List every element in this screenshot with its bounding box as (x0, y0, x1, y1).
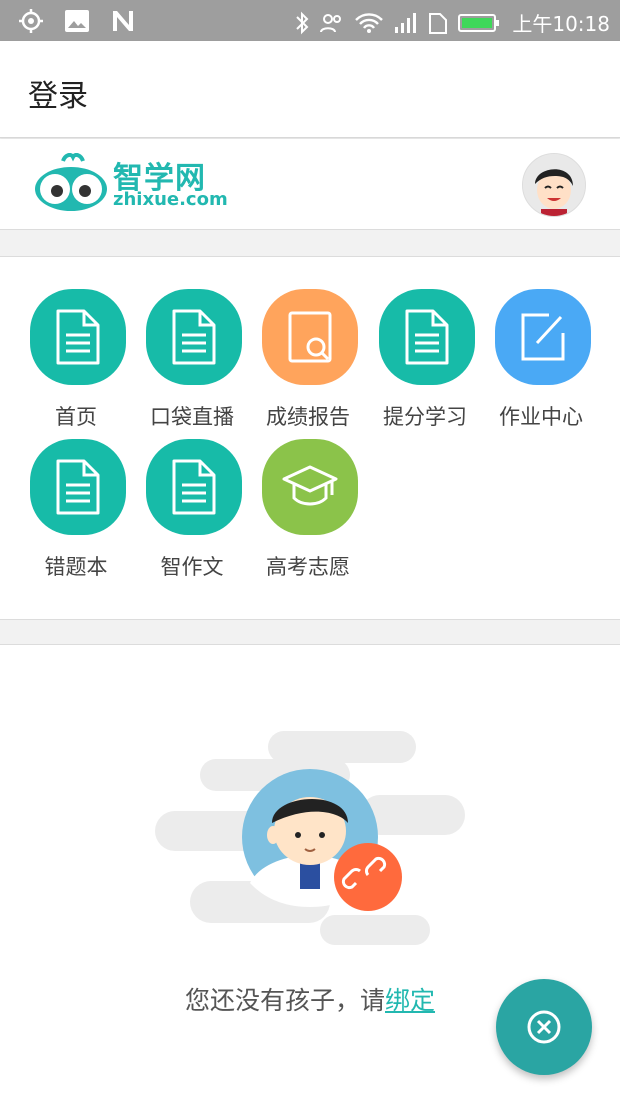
signal-icon (395, 12, 417, 33)
document-icon (172, 309, 216, 365)
menu-item-smart-essay[interactable]: 智作文 (134, 439, 250, 589)
image-icon (65, 10, 89, 32)
graduation-cap-icon (282, 465, 338, 506)
menu-label: 高考志愿 (266, 555, 350, 579)
wifi-icon (355, 12, 384, 33)
owl-logo-icon (35, 153, 107, 211)
menu-icon-bg (262, 289, 358, 385)
battery-icon (458, 13, 500, 32)
document-icon (172, 459, 216, 515)
menu-item-improve-study[interactable]: 提分学习 (367, 289, 483, 439)
document-icon (56, 309, 100, 365)
menu-icon-bg (30, 439, 126, 535)
status-bar: 上午10:18 (0, 0, 620, 41)
report-search-icon (288, 311, 332, 363)
menu-icon-bg (262, 439, 358, 535)
menu-grid: 首页 口袋直播 成绩报告 提分学习 作业中心 错题本 智作文 高考志愿 (0, 256, 620, 620)
menu-icon-bg (146, 289, 242, 385)
child-illustration-icon (155, 731, 465, 945)
contacts-icon (320, 13, 342, 32)
menu-label: 作业中心 (499, 405, 583, 429)
sim-icon (429, 12, 448, 34)
menu-icon-bg (30, 289, 126, 385)
app-bar: 登录 (0, 41, 620, 138)
menu-item-college-application[interactable]: 高考志愿 (250, 439, 366, 589)
brand-url: zhixue.com (113, 189, 228, 210)
no-child-text: 您还没有孩子，请 (184, 986, 385, 1015)
bluetooth-icon (296, 11, 309, 34)
close-circle-icon (527, 1010, 561, 1044)
document-icon (56, 459, 100, 515)
bind-link[interactable]: 绑定 (385, 986, 435, 1015)
menu-item-homework-center[interactable]: 作业中心 (483, 289, 599, 439)
menu-icon-bg (379, 289, 475, 385)
n-icon (113, 11, 133, 31)
menu-icon-bg (146, 439, 242, 535)
menu-item-home[interactable]: 首页 (18, 289, 134, 439)
page-title[interactable]: 登录 (28, 71, 88, 115)
menu-item-score-report[interactable]: 成绩报告 (250, 289, 366, 439)
child-bind-illustration (150, 731, 470, 951)
edit-icon (521, 313, 565, 361)
zhixue-logo: 智学网 zhixue.com (33, 153, 233, 215)
location-icon (19, 9, 43, 33)
menu-icon-bg (495, 289, 591, 385)
avatar-face-icon (523, 154, 585, 216)
menu-item-mistake-book[interactable]: 错题本 (18, 439, 134, 589)
status-time: 上午10:18 (512, 12, 610, 36)
menu-item-pocket-live[interactable]: 口袋直播 (134, 289, 250, 439)
close-fab-button[interactable] (496, 979, 592, 1075)
document-icon (405, 309, 449, 365)
user-avatar[interactable] (522, 153, 586, 217)
brand-bar: 智学网 zhixue.com (0, 139, 620, 230)
menu-label: 成绩报告 (266, 405, 350, 429)
